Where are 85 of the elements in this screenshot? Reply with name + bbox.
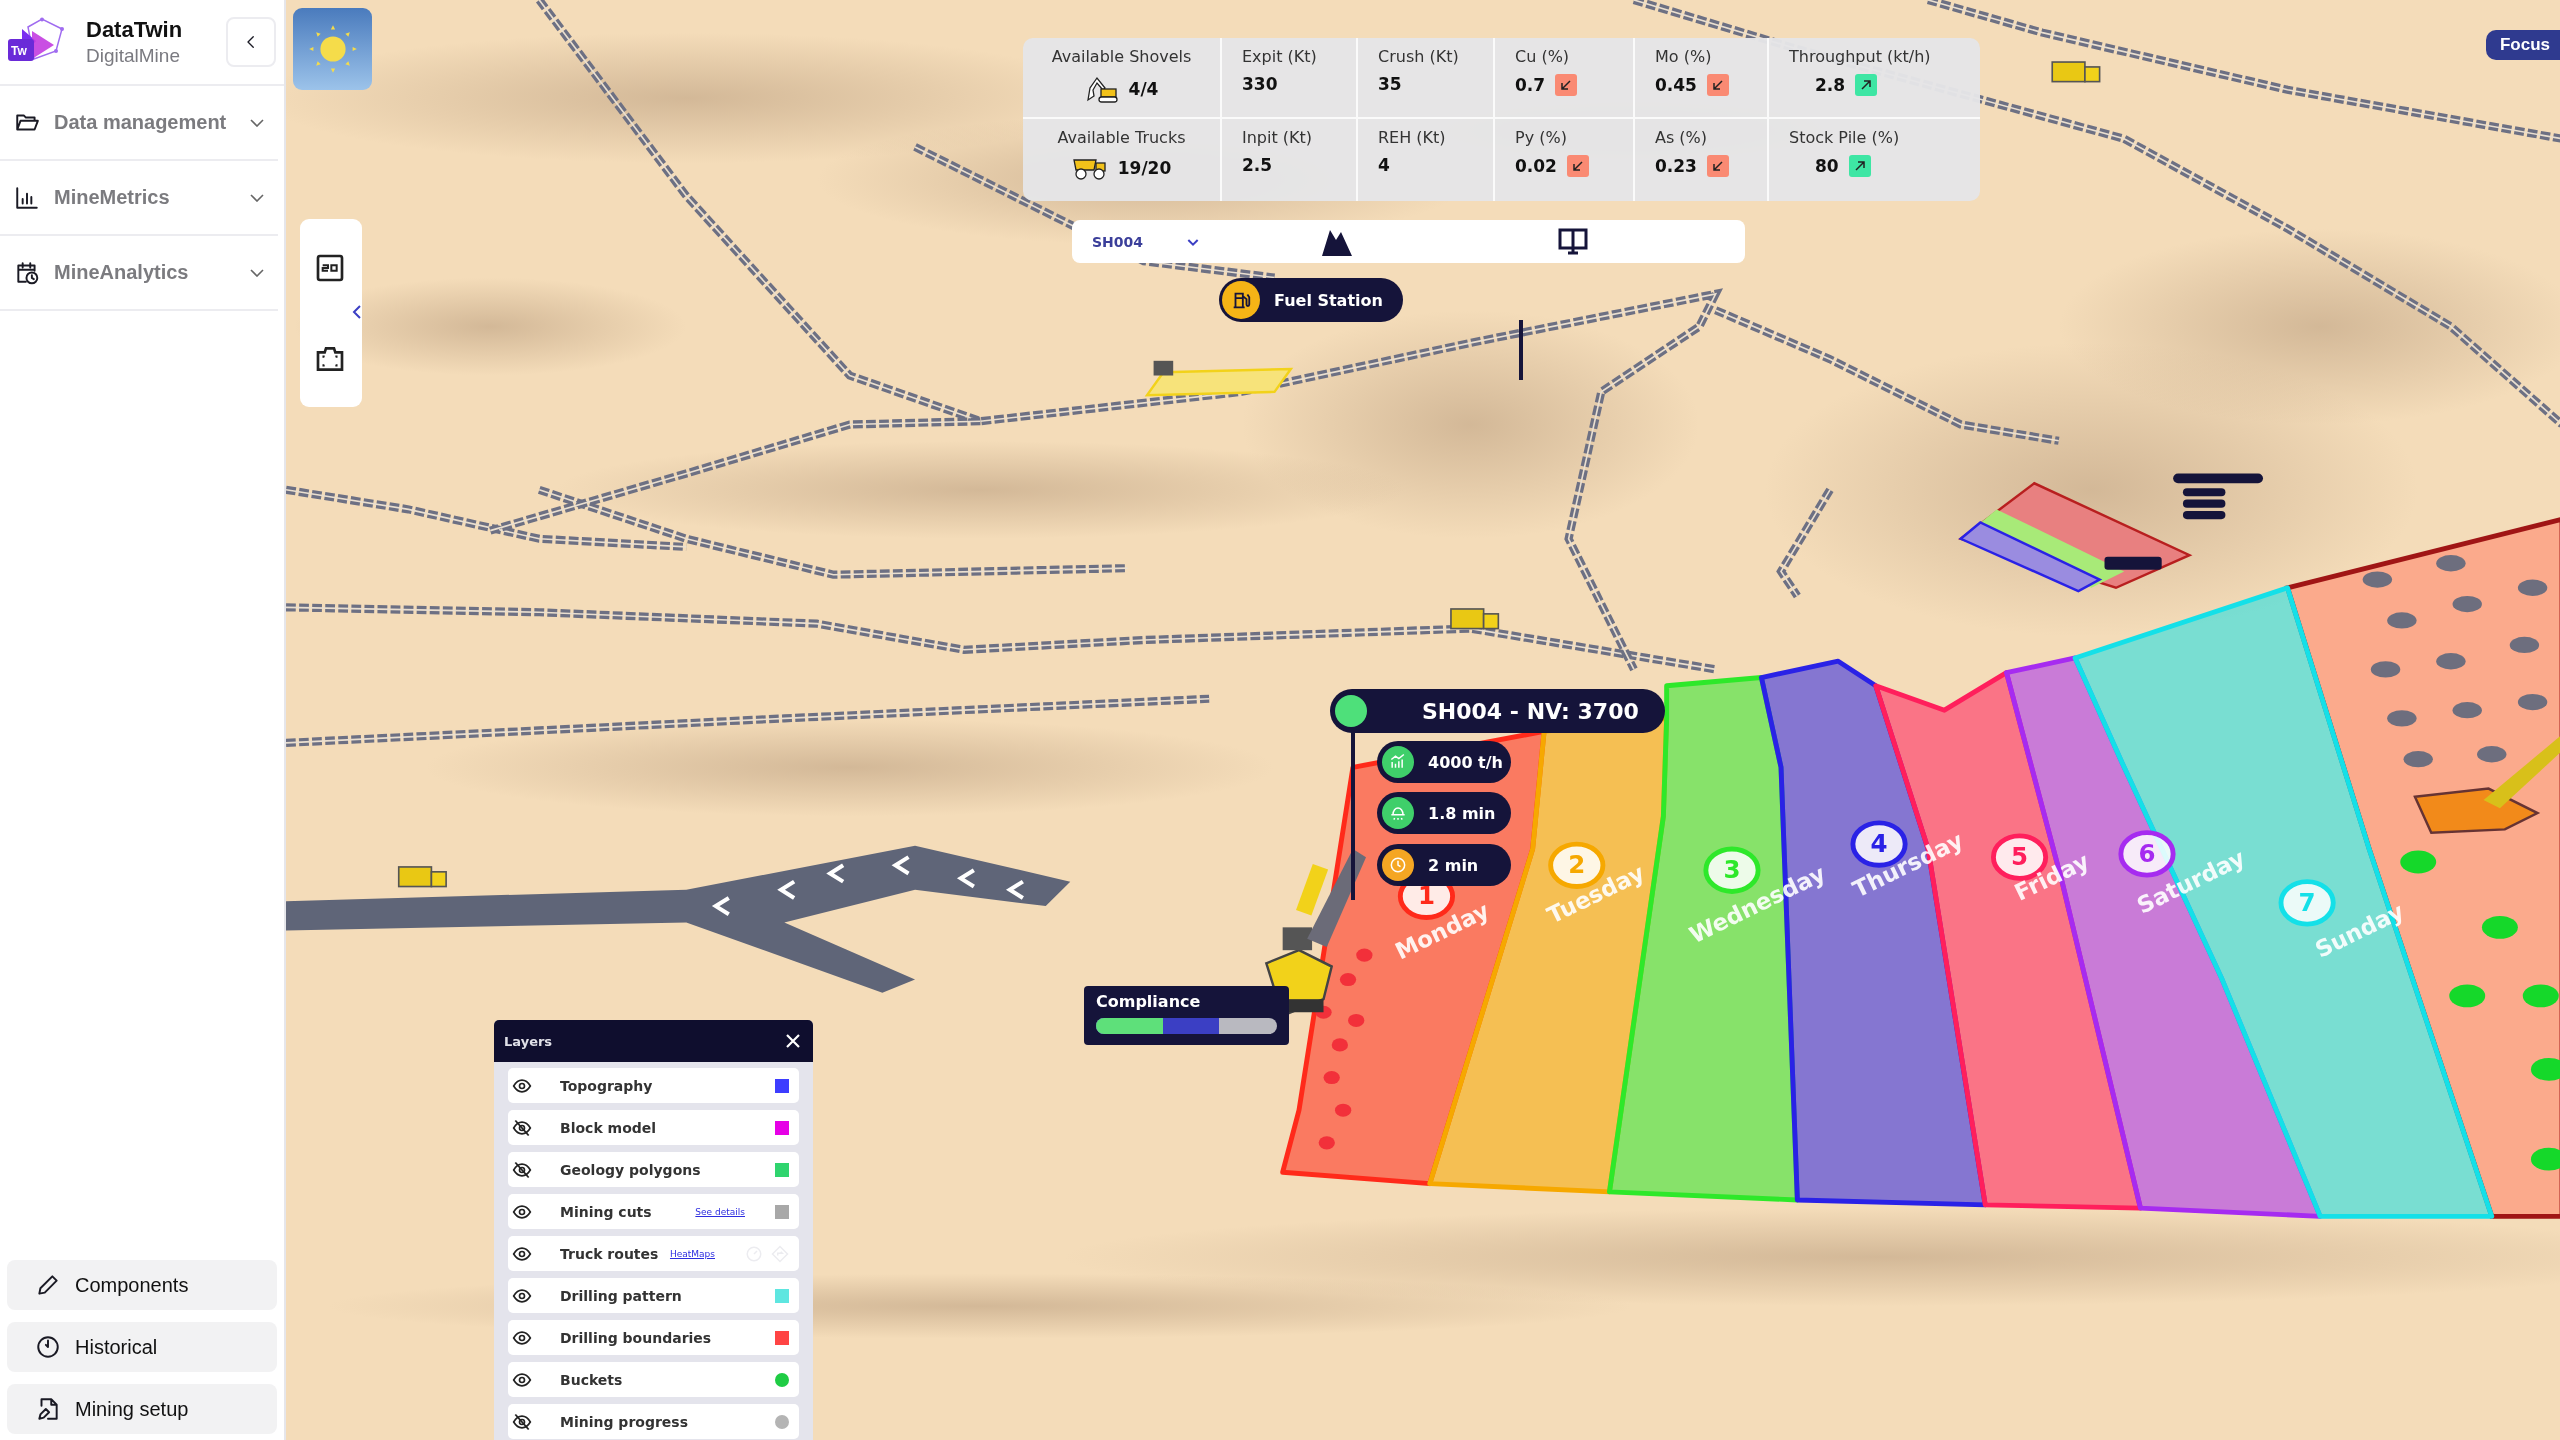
metric-value: 80 bbox=[1815, 156, 1839, 176]
focus-button[interactable]: Focus bbox=[2485, 30, 2560, 60]
sidebar-button[interactable]: Mining setup bbox=[7, 1384, 277, 1434]
metric-label: Throughput (kt/h) bbox=[1789, 47, 1932, 66]
sidebar-button[interactable]: Historical bbox=[7, 1322, 277, 1372]
shovel-dropdown[interactable]: SH004 bbox=[1072, 233, 1202, 250]
2d-view-icon bbox=[314, 252, 346, 284]
compliance-label: Compliance bbox=[1096, 992, 1202, 1011]
metric-label: Stock Pile (%) bbox=[1789, 128, 1901, 147]
metric-value: 330 bbox=[1242, 74, 1278, 94]
layer-name: Mining progress bbox=[560, 1413, 688, 1430]
nav-menu-item[interactable]: Data management bbox=[0, 86, 278, 161]
dump-truck-drawing bbox=[2051, 61, 2101, 83]
layer-row[interactable]: Mining progress bbox=[508, 1404, 799, 1439]
panel-title: Layers bbox=[504, 1033, 553, 1049]
trend-down-icon bbox=[1706, 155, 1729, 177]
clock-icon bbox=[35, 1334, 61, 1360]
metric-label: Expit (Kt) bbox=[1242, 47, 1318, 66]
trend-up-icon bbox=[1848, 155, 1871, 177]
layer-row[interactable]: Topography bbox=[508, 1068, 799, 1103]
trend-down-icon bbox=[1555, 74, 1578, 96]
layer-row[interactable]: Truck routes HeatMaps bbox=[508, 1236, 799, 1271]
view-2d-button[interactable] bbox=[314, 252, 346, 284]
dump-truck-drawing bbox=[397, 866, 447, 888]
shovel-stat-pill: 1.8 min bbox=[1377, 792, 1511, 834]
metric-value: 2.5 bbox=[1242, 155, 1273, 175]
bar-chart-icon bbox=[14, 184, 40, 211]
layer-link[interactable]: HeatMaps bbox=[669, 1248, 715, 1259]
app-title: DataTwin bbox=[86, 17, 184, 43]
metric-label: Cu (%) bbox=[1515, 47, 1571, 66]
metric-label: Mo (%) bbox=[1655, 47, 1713, 66]
metric-value: 4 bbox=[1378, 155, 1390, 175]
dump-truck-drawing bbox=[1450, 608, 1500, 630]
monitor-icon bbox=[1558, 227, 1589, 256]
layer-name: Drilling pattern bbox=[560, 1287, 682, 1304]
shovel-stat-pill: 2 min bbox=[1377, 844, 1511, 886]
metric-value: 35 bbox=[1378, 74, 1402, 94]
layer-name: Drilling boundaries bbox=[560, 1329, 712, 1346]
fuel-station-label[interactable]: Fuel Station bbox=[1219, 278, 1403, 322]
layer-link[interactable]: See details bbox=[695, 1206, 745, 1217]
app-subtitle: DigitalMine bbox=[86, 45, 181, 67]
metric-label: Crush (Kt) bbox=[1378, 47, 1460, 66]
metric-value: 0.23 bbox=[1655, 156, 1697, 176]
document-pencil-icon bbox=[35, 1396, 61, 1422]
layer-name: Mining cuts bbox=[560, 1203, 652, 1220]
app-logo: Tw bbox=[6, 17, 72, 67]
nav-menu-item[interactable]: MineAnalytics bbox=[0, 236, 278, 311]
chevron-left-icon[interactable] bbox=[352, 305, 362, 319]
layer-row[interactable]: Geology polygons bbox=[508, 1152, 799, 1187]
layer-row[interactable]: Buckets bbox=[508, 1362, 799, 1397]
split-view-button[interactable] bbox=[1558, 227, 1589, 256]
sidebar-button[interactable]: Components bbox=[7, 1260, 277, 1310]
trend-up-icon bbox=[1855, 74, 1878, 96]
metric-label: Inpit (Kt) bbox=[1242, 128, 1314, 147]
layer-name: Truck routes bbox=[560, 1245, 659, 1262]
metric-label: REH (Kt) bbox=[1378, 128, 1447, 147]
metric-value: 4/4 bbox=[1128, 79, 1159, 99]
metric-value: 19/20 bbox=[1117, 158, 1172, 178]
metric-value: 2.8 bbox=[1815, 75, 1846, 95]
shovel-callout[interactable]: SH004 - NV: 3700 bbox=[1330, 689, 1665, 733]
calendar-clock-icon bbox=[14, 259, 40, 286]
clock-icon bbox=[1388, 855, 1408, 875]
metric-value: 0.7 bbox=[1515, 75, 1546, 95]
metric-value: 0.45 bbox=[1655, 75, 1697, 95]
metric-value: 0.02 bbox=[1515, 156, 1557, 176]
weather-button[interactable] bbox=[293, 8, 372, 90]
layer-name: Topography bbox=[560, 1077, 653, 1094]
shovel-stat-pill: 4000 t/h bbox=[1377, 741, 1511, 783]
layer-row[interactable]: Block model bbox=[508, 1110, 799, 1145]
layer-row[interactable]: Drilling pattern bbox=[508, 1278, 799, 1313]
pencil-icon bbox=[35, 1272, 61, 1298]
layer-row[interactable]: Drilling boundaries bbox=[508, 1320, 799, 1355]
trend-down-icon bbox=[1706, 74, 1729, 96]
metric-label: Available Shovels bbox=[1051, 47, 1192, 66]
close-icon bbox=[785, 1033, 801, 1049]
trend-down-icon bbox=[1566, 155, 1589, 177]
layer-row[interactable]: Mining cuts See details bbox=[508, 1194, 799, 1229]
metric-label: Py (%) bbox=[1515, 128, 1568, 147]
metric-label: Available Trucks bbox=[1057, 128, 1186, 147]
metric-label: As (%) bbox=[1655, 128, 1709, 147]
layer-name: Geology polygons bbox=[560, 1161, 701, 1178]
layer-name: Buckets bbox=[560, 1371, 623, 1388]
layer-name: Block model bbox=[560, 1119, 657, 1136]
nav-menu-item[interactable]: MineMetrics bbox=[0, 161, 278, 236]
callout-title: SH004 - NV: 3700 bbox=[1422, 698, 1639, 724]
